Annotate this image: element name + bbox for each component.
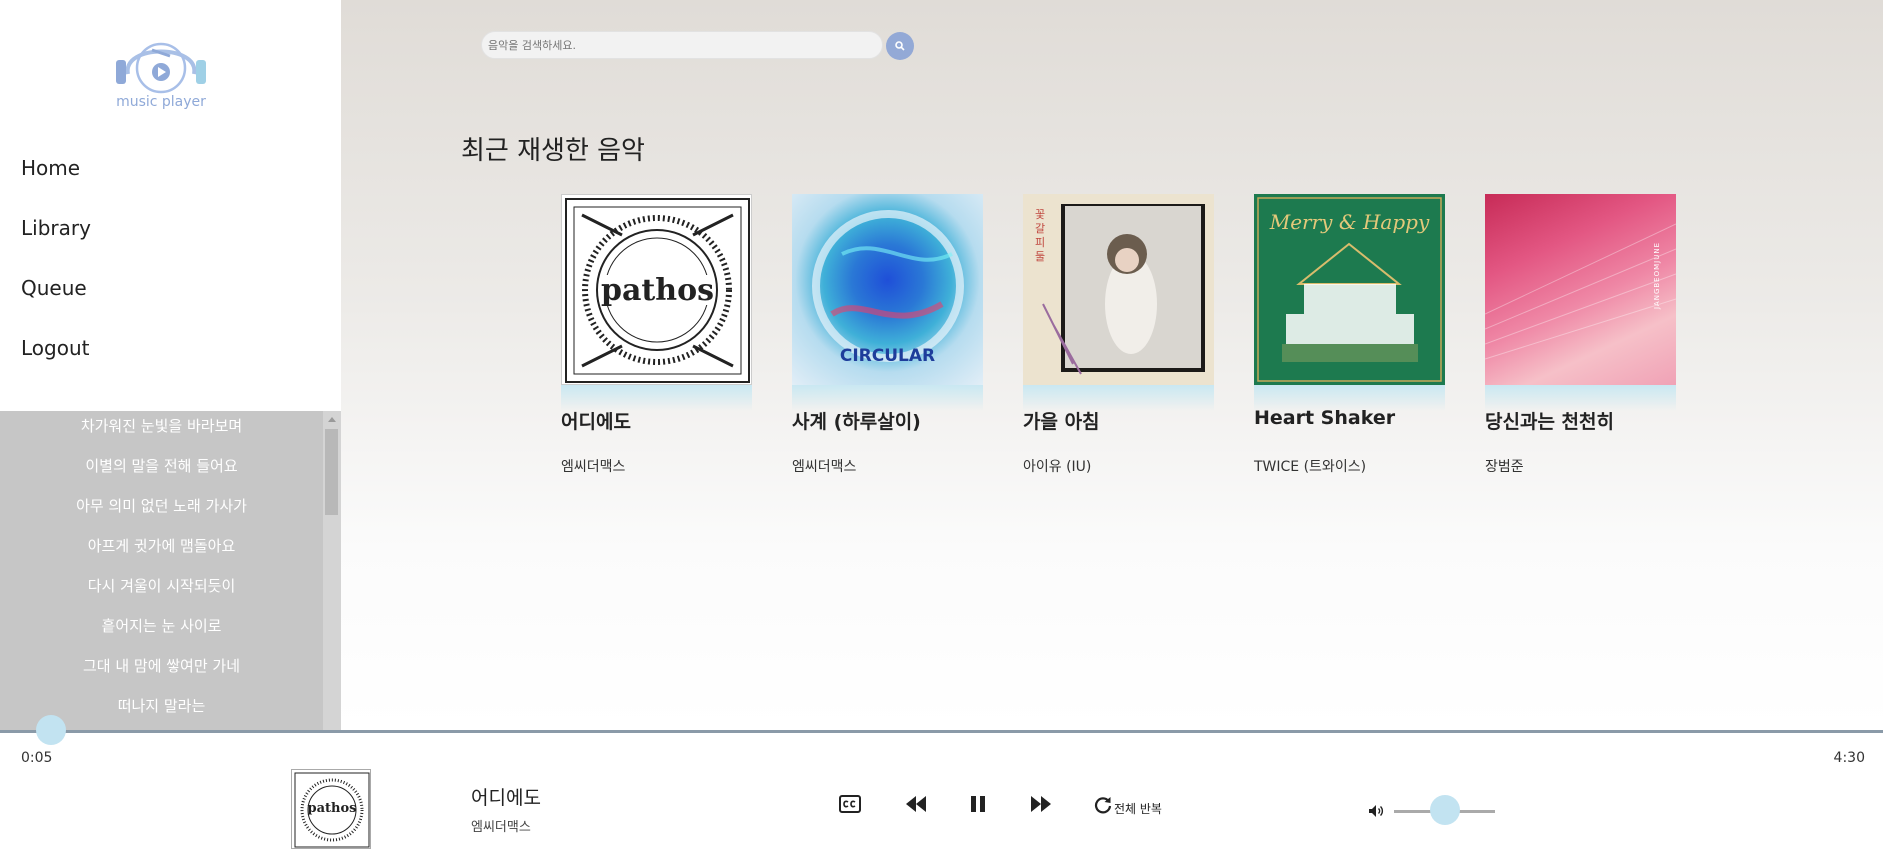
album-card[interactable]: CIRCULAR 사계 (하루살이) 엠씨더맥스 xyxy=(792,194,983,475)
scroll-up-arrow-icon[interactable] xyxy=(328,417,336,422)
nav-item-home[interactable]: Home xyxy=(21,150,91,210)
fast-forward-icon xyxy=(1031,796,1051,812)
search-input[interactable] xyxy=(481,31,883,59)
app-logo[interactable]: music player xyxy=(108,26,214,114)
repeat-label[interactable]: 전체 반복 xyxy=(1114,800,1162,817)
album-artist[interactable]: TWICE (트와이스) xyxy=(1254,456,1366,476)
album-title[interactable]: 사계 (하루살이) xyxy=(792,407,921,434)
sidebar: music player Home Library Queue Logout 차… xyxy=(0,0,341,730)
repeat-button[interactable] xyxy=(1092,794,1114,816)
pause-icon xyxy=(971,796,985,812)
album-cover[interactable]: 꽃갈피 둘 xyxy=(1023,194,1214,385)
now-playing-cover-text: pathos xyxy=(307,801,357,816)
album-artist[interactable]: 아이유 (IU) xyxy=(1023,456,1091,476)
album-cover-text: CIRCULAR xyxy=(839,346,936,366)
now-playing-cover: pathos xyxy=(291,769,371,849)
lyrics-list: 차가워진 눈빛을 바라보며 이별의 말을 전해 들어요 아무 의미 없던 노래 … xyxy=(0,411,323,730)
album-cover-text: 꽃갈피 둘 xyxy=(1035,208,1046,263)
album-artist[interactable]: 장범준 xyxy=(1485,456,1524,476)
lyric-line: 아무 의미 없던 노래 가사가 xyxy=(76,497,247,515)
next-button[interactable] xyxy=(1027,792,1055,816)
closed-caption-icon xyxy=(839,795,861,813)
now-playing-title: 어디에도 xyxy=(471,787,541,809)
player-bar: 0:05 4:30 pathos 어디에도 엠씨더맥스 전체 반복 xyxy=(0,715,1883,865)
album-cover[interactable]: JANGBEOMJUNE xyxy=(1485,194,1676,385)
album-cover-text: pathos xyxy=(601,273,714,308)
pause-button[interactable] xyxy=(964,792,992,816)
lyric-line: 차가워진 눈빛을 바라보며 xyxy=(80,417,243,435)
scrollbar-thumb[interactable] xyxy=(325,429,338,515)
speaker-icon xyxy=(1369,805,1384,817)
nav-item-logout[interactable]: Logout xyxy=(21,330,91,390)
album-art-autumn-morning xyxy=(1042,204,1205,375)
now-playing-artist: 엠씨더맥스 xyxy=(471,820,531,835)
section-title: 최근 재생한 음악 xyxy=(461,136,645,166)
album-artist[interactable]: 엠씨더맥스 xyxy=(792,456,856,476)
album-cover-text: JANGBEOMJUNE xyxy=(1653,242,1661,310)
album-title[interactable]: 어디에도 xyxy=(561,407,631,434)
previous-button[interactable] xyxy=(902,792,930,816)
progress-knob[interactable] xyxy=(36,715,66,745)
progress-bar[interactable] xyxy=(0,715,1883,745)
album-title[interactable]: 당신과는 천천히 xyxy=(1485,407,1614,434)
current-time: 0:05 xyxy=(21,750,53,766)
album-art-jangbeomjune xyxy=(1485,223,1676,360)
album-artist[interactable]: 엠씨더맥스 xyxy=(561,456,625,476)
lyric-line: 아프게 귓가에 맴돌아요 xyxy=(87,537,236,555)
volume-icon[interactable] xyxy=(1368,803,1384,822)
album-cover[interactable]: pathos xyxy=(561,194,752,385)
album-card[interactable]: JANGBEOMJUNE 당신과는 천천히 장범준 xyxy=(1485,194,1676,475)
lyric-line: 흩어지는 눈 사이로 xyxy=(101,617,222,635)
lyrics-panel[interactable]: 차가워진 눈빛을 바라보며 이별의 말을 전해 들어요 아무 의미 없던 노래 … xyxy=(0,411,341,730)
album-card[interactable]: 꽃갈피 둘 가을 아침 아이유 (IU) xyxy=(1023,194,1214,475)
album-cover-text: Merry & Happy xyxy=(1269,210,1430,234)
search-button[interactable] xyxy=(886,32,914,60)
lyric-line: 그대 내 맘에 쌓여만 가네 xyxy=(82,657,241,675)
album-cover[interactable]: Merry & Happy xyxy=(1254,194,1445,385)
lyric-line: 이별의 말을 전해 들어요 xyxy=(85,457,238,475)
album-card[interactable]: pathos 어디에도 엠씨더맥스 xyxy=(561,194,752,475)
volume-knob[interactable] xyxy=(1430,795,1460,825)
total-time: 4:30 xyxy=(1833,750,1865,766)
lyric-line: 다시 겨울이 시작되듯이 xyxy=(87,577,236,595)
search-icon xyxy=(895,41,905,51)
album-title[interactable]: 가을 아침 xyxy=(1023,407,1100,434)
main-content: 최근 재생한 음악 pathos 어디에도 엠씨더맥스 xyxy=(341,0,1883,730)
rewind-icon xyxy=(906,796,926,812)
sidebar-nav: Home Library Queue Logout xyxy=(21,150,91,390)
repeat-icon xyxy=(1094,797,1112,814)
nav-item-queue[interactable]: Queue xyxy=(21,270,91,330)
album-title[interactable]: Heart Shaker xyxy=(1254,407,1395,429)
album-cover[interactable]: CIRCULAR xyxy=(792,194,983,385)
album-card[interactable]: Merry & Happy Heart Shaker TWICE (트와이스) xyxy=(1254,194,1445,475)
lyrics-toggle-button[interactable] xyxy=(836,792,864,816)
headphones-logo-icon xyxy=(116,42,206,94)
logo-text: music player xyxy=(116,94,206,110)
nav-item-library[interactable]: Library xyxy=(21,210,91,270)
lyrics-scrollbar[interactable] xyxy=(323,411,341,730)
